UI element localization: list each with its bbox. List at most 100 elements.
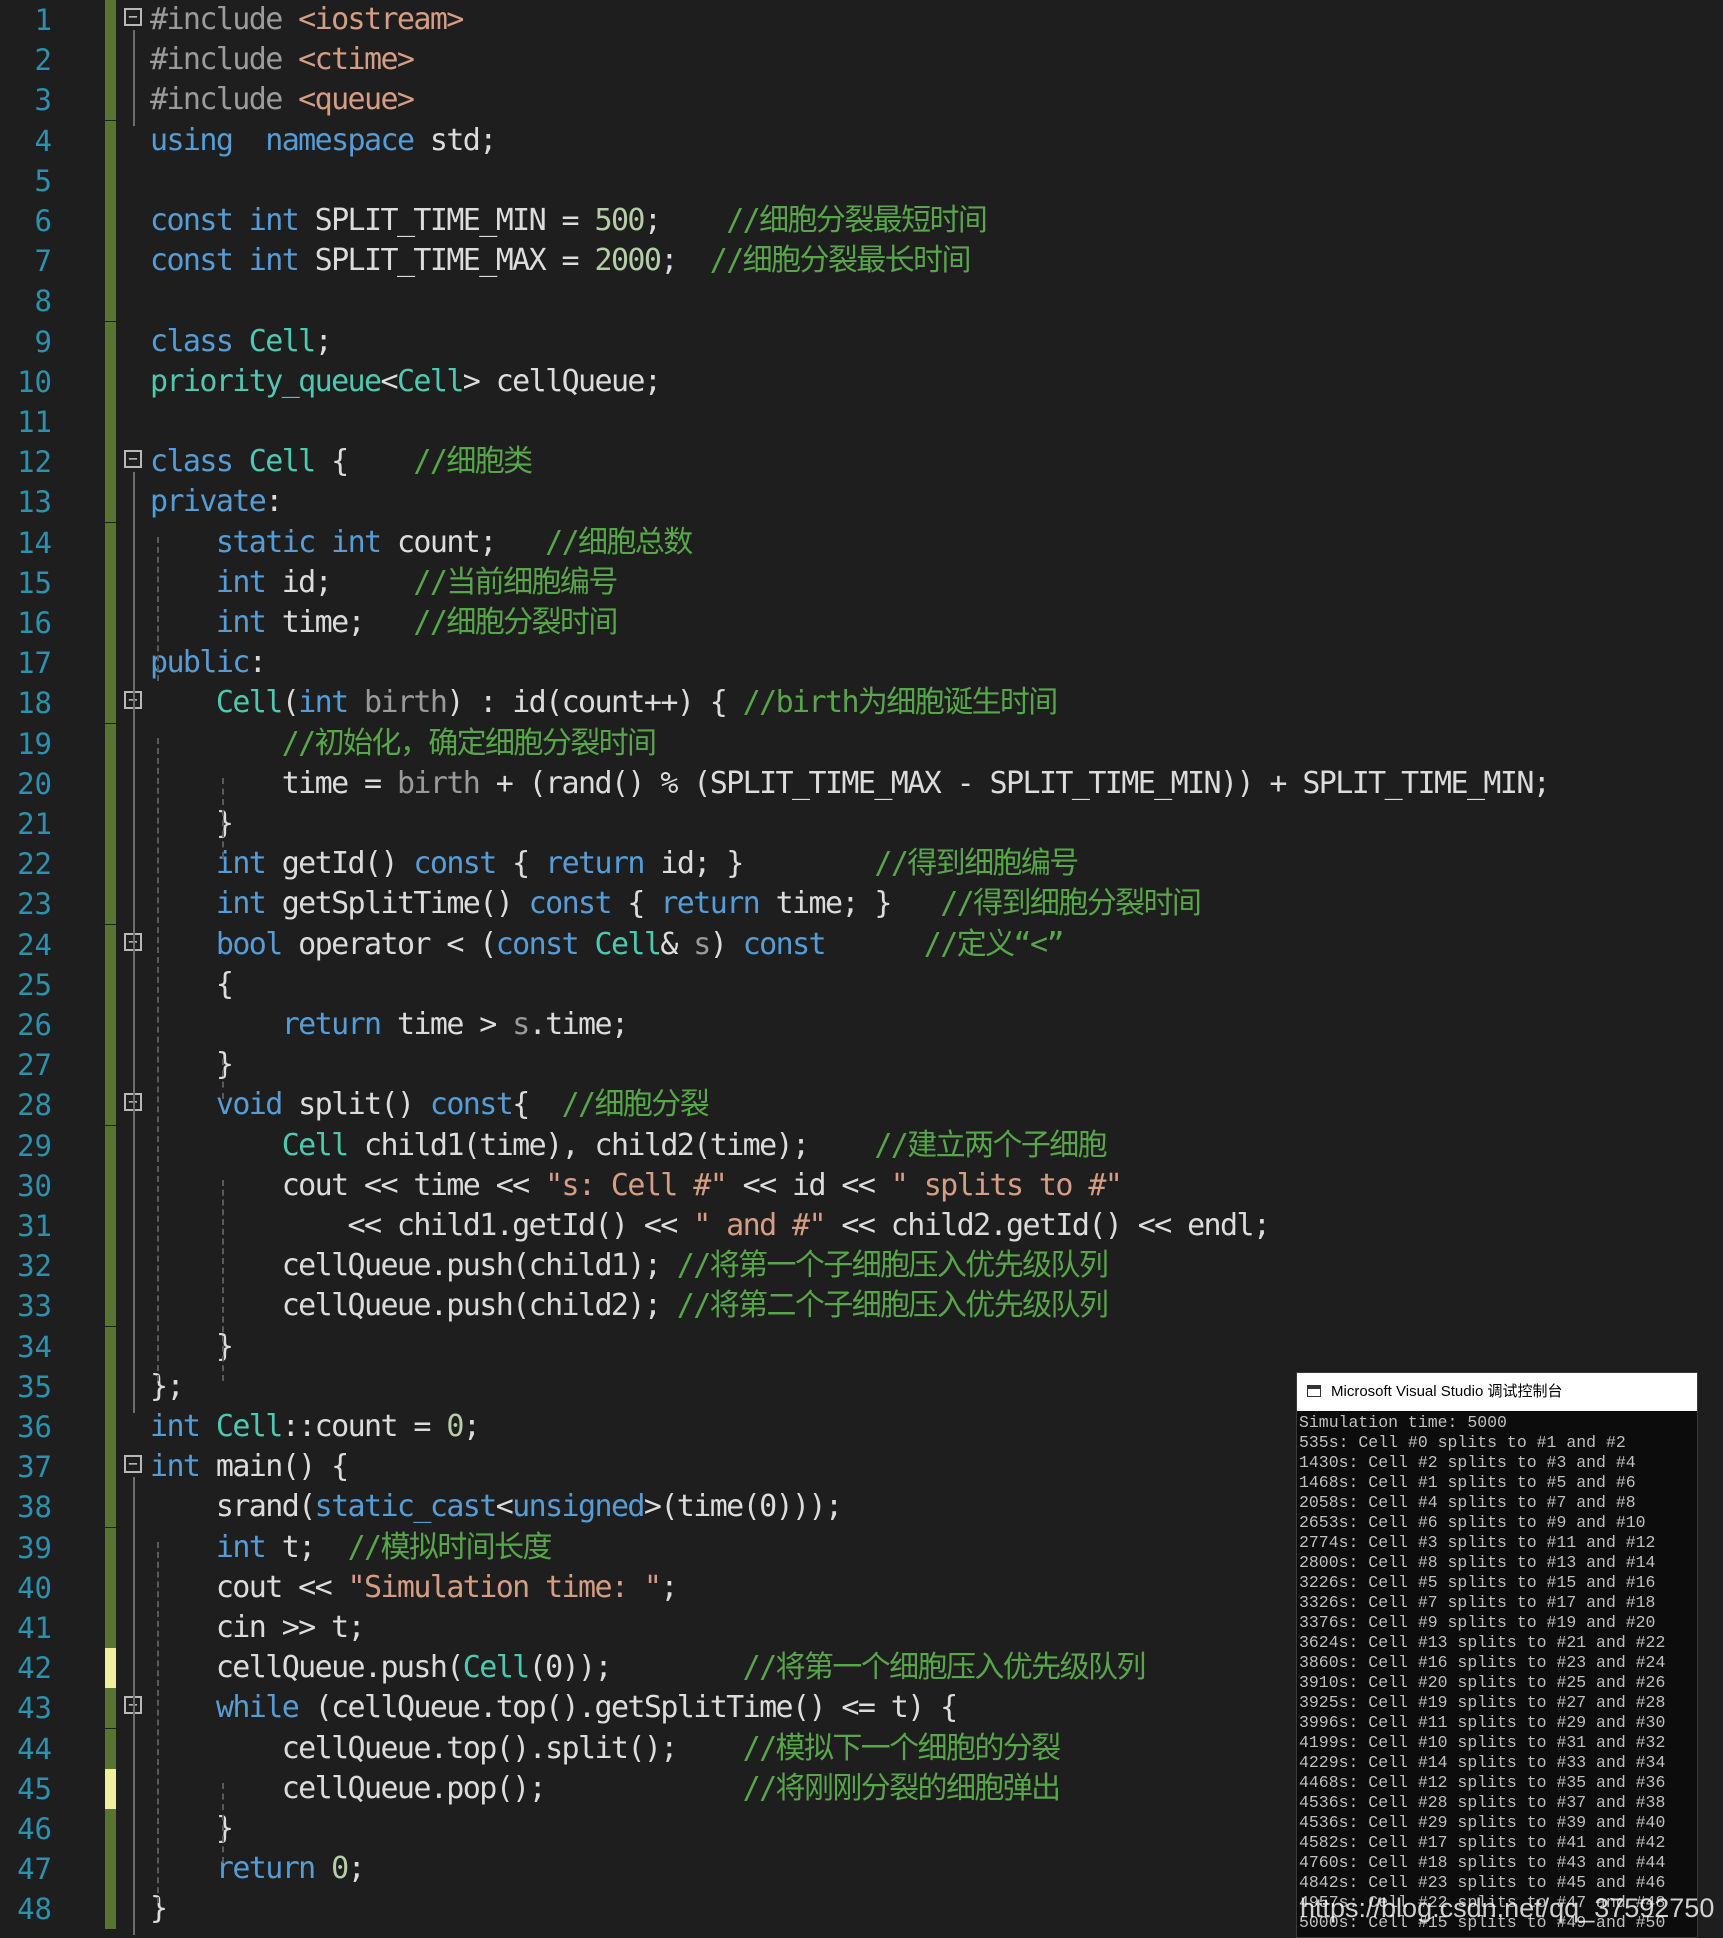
code-token: priority_queue: [150, 363, 382, 399]
change-indicator: [105, 924, 116, 965]
outline-guide: [133, 954, 135, 1092]
line-number: 48: [17, 1892, 52, 1927]
change-indicator: [105, 1567, 116, 1608]
code-token: //细胞类: [413, 444, 533, 480]
code-token: birth: [364, 685, 448, 721]
change-indicator: [105, 1206, 116, 1246]
code-line[interactable]: 18− Cell(int birth) : id(count++) { //bi…: [0, 683, 1723, 724]
code-line[interactable]: 3 #include <queue>: [0, 80, 1723, 121]
line-number: 10: [17, 364, 52, 399]
code-line[interactable]: 5: [0, 160, 1723, 201]
code-text: }: [150, 1327, 234, 1367]
code-line[interactable]: 23 int getSplitTime() const { return tim…: [0, 884, 1723, 925]
code-token: main() {: [199, 1449, 349, 1485]
code-line[interactable]: 2 #include <ctime>: [0, 40, 1723, 81]
change-indicator: [105, 442, 116, 483]
code-token: time >: [380, 1007, 513, 1042]
code-line[interactable]: 14 static int count; //细胞总数: [0, 522, 1723, 563]
collapse-icon[interactable]: −: [124, 1455, 142, 1474]
collapse-icon[interactable]: −: [124, 450, 142, 469]
code-text: int time; //细胞分裂时间: [150, 603, 618, 643]
change-indicator: [105, 80, 116, 121]
code-token: using: [150, 122, 234, 158]
code-token: + (rand() % (SPLIT_TIME_MAX - SPLIT_TIME…: [479, 765, 1551, 801]
change-indicator: [105, 0, 116, 40]
code-token: &: [660, 926, 694, 962]
code-token: //细胞分裂时间: [413, 605, 618, 640]
code-token: {: [610, 886, 661, 922]
code-line[interactable]: 13 private:: [0, 482, 1723, 523]
code-token: << child1.getId() <<: [150, 1208, 694, 1243]
code-token: split(): [281, 1087, 430, 1123]
code-line[interactable]: 17 public:: [0, 643, 1723, 684]
console-line: 4536s: Cell #29 splits to #39 and #40: [1299, 1813, 1666, 1832]
line-number: 20: [17, 766, 52, 801]
watermark: https://blog.csdn.net/qq_37592750: [1300, 1893, 1715, 1923]
line-number: 7: [34, 244, 52, 279]
code-line[interactable]: 26 return time > s.time;: [0, 1005, 1723, 1045]
code-token: cout << time <<: [150, 1167, 546, 1203]
code-line[interactable]: 27 }: [0, 1045, 1723, 1086]
code-token: //初始化，确定细胞分裂时间: [281, 725, 657, 761]
console-line: 3860s: Cell #16 splits to #23 and #24: [1299, 1653, 1666, 1672]
code-token: 0: [446, 1409, 464, 1444]
code-line[interactable]: 7 const int SPLIT_TIME_MAX = 2000; //细胞分裂…: [0, 241, 1723, 282]
line-number: 43: [17, 1691, 52, 1726]
code-token: 2000: [594, 243, 661, 279]
code-token: //模拟时间长度: [347, 1529, 553, 1565]
code-line[interactable]: 30 cout << time << "s: Cell #" << id << …: [0, 1165, 1723, 1206]
code-token: Cell: [248, 323, 316, 359]
code-line[interactable]: 21 }: [0, 804, 1723, 844]
change-indicator: [105, 1005, 116, 1045]
code-line[interactable]: 29 Cell child1(time), child2(time); //建立…: [0, 1125, 1723, 1166]
code-line[interactable]: 33 cellQueue.push(child2); //将第二个子细胞压入优先…: [0, 1286, 1723, 1327]
code-line[interactable]: 34 }: [0, 1326, 1723, 1367]
code-line[interactable]: 16 int time; //细胞分裂时间: [0, 603, 1723, 643]
code-token: }: [150, 1811, 234, 1846]
code-token: //细胞分裂最短时间: [726, 203, 988, 238]
line-number: 15: [17, 565, 52, 600]
code-token: child1(time), child2(time);: [347, 1127, 875, 1163]
code-line[interactable]: 31 << child1.getId() << " and #" << chil…: [0, 1206, 1723, 1246]
code-token: getId(): [265, 846, 414, 882]
code-line[interactable]: 15 int id; //当前细胞编号: [0, 562, 1723, 603]
console-title-bar[interactable]: Microsoft Visual Studio 调试控制台: [1297, 1373, 1697, 1411]
code-line[interactable]: 9 class Cell;: [0, 321, 1723, 362]
code-line[interactable]: 1 − #include <iostream>: [0, 0, 1723, 40]
change-indicator: [105, 603, 116, 643]
code-token: const: [495, 926, 580, 962]
code-line[interactable]: 19 //初始化，确定细胞分裂时间: [0, 723, 1723, 764]
code-line[interactable]: 25 {: [0, 964, 1723, 1005]
code-line[interactable]: 8: [0, 281, 1723, 322]
code-line[interactable]: 4 using namespace std;: [0, 120, 1723, 161]
collapse-icon[interactable]: −: [124, 8, 142, 26]
code-line[interactable]: 28− void split() const{ //细胞分裂: [0, 1085, 1723, 1126]
change-indicator: [105, 1809, 116, 1849]
code-text: cellQueue.push(child1); //将第一个子细胞压入优先级队列: [150, 1246, 1109, 1286]
code-token: class: [150, 444, 234, 480]
code-token: cellQueue.push(child1);: [150, 1248, 677, 1284]
code-line[interactable]: 11: [0, 402, 1723, 442]
console-line: 3326s: Cell #7 splits to #17 and #18: [1299, 1593, 1656, 1612]
code-line[interactable]: 6 const int SPLIT_TIME_MIN = 500; //细胞分裂最…: [0, 201, 1723, 241]
console-line: 3624s: Cell #13 splits to #21 and #22: [1299, 1633, 1666, 1652]
code-text: void split() const{ //细胞分裂: [150, 1085, 710, 1125]
code-line[interactable]: 10 priority_queue<Cell> cellQueue;: [0, 361, 1723, 402]
code-line[interactable]: 22 int getId() const { return id; } //得到…: [0, 844, 1723, 885]
change-indicator: [105, 281, 116, 322]
code-line[interactable]: 20 time = birth + (rand() % (SPLIT_TIME_…: [0, 763, 1723, 804]
code-token: //将第一个细胞压入优先级队列: [742, 1650, 1147, 1686]
code-line[interactable]: 32 cellQueue.push(child1); //将第一个子细胞压入优先…: [0, 1246, 1723, 1287]
code-token: #include: [150, 82, 299, 118]
code-token: {: [512, 1087, 562, 1123]
code-line[interactable]: 24− bool operator < (const Cell& s) cons…: [0, 924, 1723, 965]
code-line[interactable]: 12 − class Cell { //细胞类: [0, 442, 1723, 483]
code-token: Cell: [281, 1127, 349, 1163]
debug-console-window[interactable]: Microsoft Visual Studio 调试控制台 Simulation…: [1296, 1372, 1698, 1938]
